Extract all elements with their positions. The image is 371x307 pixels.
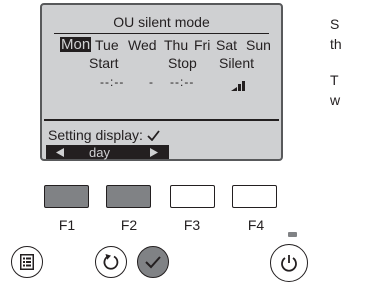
checkmark-icon	[147, 130, 160, 142]
start-column-label: Start	[89, 55, 119, 71]
day-fri: Fri	[194, 37, 211, 53]
title-underline	[54, 33, 269, 34]
side-text-line-4: w	[330, 92, 341, 108]
menu-icon	[20, 254, 34, 270]
f4-label: F4	[247, 217, 265, 233]
day-tue: Tue	[95, 37, 119, 53]
side-text-line-2: th	[330, 36, 342, 52]
time-separator: -	[149, 75, 154, 89]
side-text-line-3: T	[330, 72, 339, 88]
lcd-screen: OU silent mode Mon Tue Wed Thu Fri Sat S…	[40, 3, 283, 161]
stop-time-value: --:--	[170, 75, 195, 89]
stop-column-label: Stop	[168, 55, 197, 71]
operation-lamp	[288, 232, 297, 237]
f1-button[interactable]	[44, 185, 89, 208]
check-icon	[145, 256, 161, 269]
left-arrow-icon	[56, 148, 64, 157]
side-text-line-1: S	[330, 16, 340, 32]
f3-button[interactable]	[170, 185, 215, 208]
day-mon-selected: Mon	[60, 36, 92, 53]
day-wed: Wed	[128, 37, 157, 53]
f2-label: F2	[120, 217, 138, 233]
power-button[interactable]	[270, 244, 308, 282]
day-navigation-bar: day	[46, 145, 169, 159]
return-button[interactable]	[95, 246, 127, 278]
f1-label: F1	[58, 217, 76, 233]
silent-level-icon	[231, 78, 247, 96]
f2-button[interactable]	[106, 185, 151, 208]
right-arrow-icon	[150, 148, 158, 157]
setting-display-label: Setting display:	[48, 128, 160, 142]
menu-button[interactable]	[11, 246, 43, 278]
day-sun: Sun	[246, 37, 271, 53]
f3-label: F3	[183, 217, 201, 233]
day-sat: Sat	[216, 37, 238, 53]
power-icon	[281, 255, 297, 272]
confirm-button[interactable]	[137, 246, 169, 278]
day-nav-label: day	[89, 145, 110, 160]
silent-column-label: Silent	[219, 55, 255, 71]
screen-divider	[44, 119, 279, 121]
screen-title: OU silent mode	[113, 14, 210, 30]
f4-button[interactable]	[232, 185, 277, 208]
day-thu: Thu	[164, 37, 189, 53]
start-time-value: --:--	[100, 75, 125, 89]
return-icon	[103, 254, 119, 270]
